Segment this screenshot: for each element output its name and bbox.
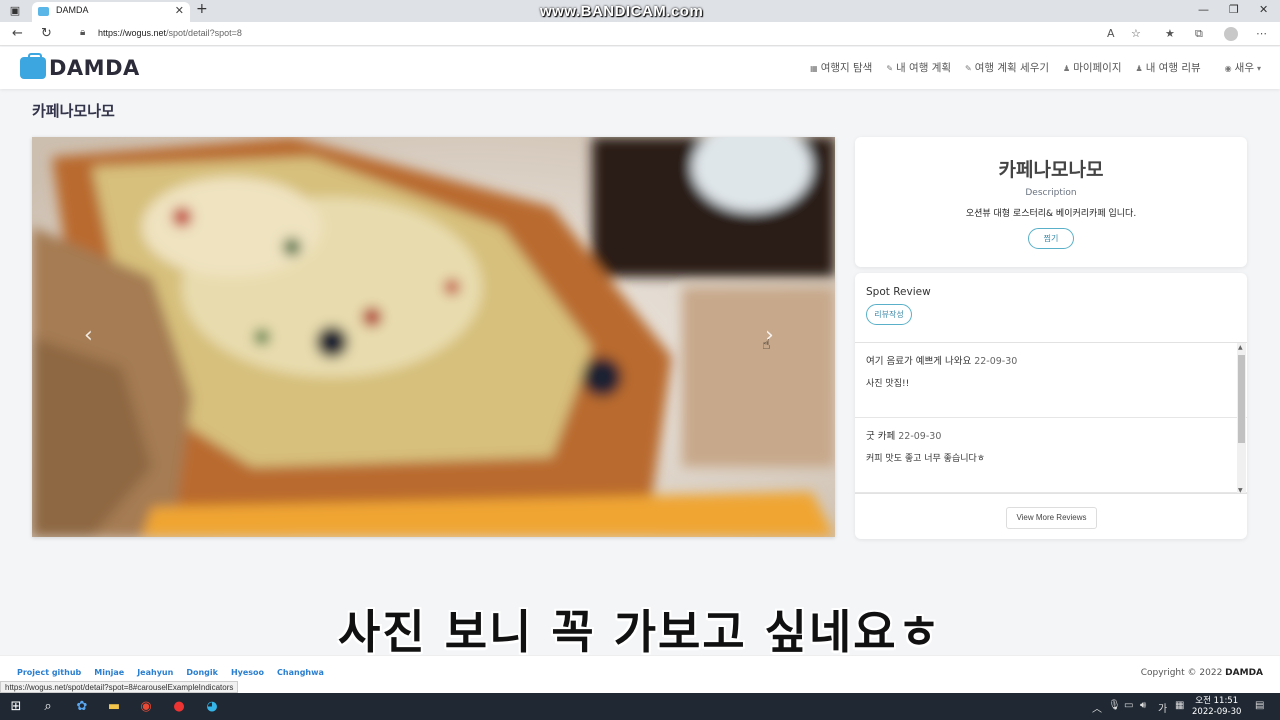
url-field[interactable]: 🔒︎ https://wogus.net/spot/detail?spot=8 [72, 24, 1152, 44]
image-carousel[interactable]: ‹ › [32, 137, 835, 537]
page-title: 카페나모나모 [32, 102, 115, 120]
scroll-thumb[interactable] [1238, 355, 1245, 443]
file-explorer-icon[interactable]: ▬ [105, 698, 123, 715]
like-button[interactable]: 찜기 [1028, 228, 1074, 249]
collections-icon[interactable]: ⧉ [1195, 27, 1203, 41]
app-icon[interactable]: ✿ [73, 698, 91, 715]
clock-date: 2022-09-30 [1192, 707, 1242, 717]
write-review-button[interactable]: 리뷰작성 [866, 304, 912, 325]
nav-my-plans[interactable]: ✎ 내 여행 계획 [886, 60, 951, 75]
more-menu-icon[interactable]: ⋯ [1256, 27, 1267, 40]
pencil-icon: ✎ [886, 64, 894, 73]
video-subtitle: 사진 보니 꼭 가보고 싶네요ㅎ [338, 605, 942, 659]
nav-user-menu[interactable]: ◉ 새우 ▾ [1225, 60, 1264, 75]
lock-icon[interactable]: 🔒︎ [80, 27, 85, 38]
caret-down-icon: ▾ [1256, 64, 1261, 73]
review-body: 커피 맛도 좋고 너무 좋습니다ㅎ [866, 454, 986, 464]
notification-icon[interactable]: ▤ [1255, 700, 1264, 711]
edge-icon[interactable]: ◕ [203, 698, 221, 715]
carousel-prev-icon[interactable]: ‹ [84, 323, 93, 348]
site-header: DAMDA ▦ 여행지 탐색 ✎ 내 여행 계획 ✎ 여행 계획 세우기 ♟ 마이페이지… [0, 47, 1280, 89]
tab-actions-icon[interactable]: ▣ [6, 3, 24, 19]
person-icon: ♟ [1135, 64, 1143, 73]
taskbar-clock[interactable]: 오전 11:51 2022-09-30 [1192, 696, 1241, 718]
maximize-icon[interactable]: ❐ [1229, 3, 1239, 16]
nav-create-plan[interactable]: ✎ 여행 계획 세우기 [965, 60, 1049, 75]
clock-time: 오전 11:51 [1195, 696, 1239, 706]
hand-cursor-icon: ☝ [762, 337, 771, 353]
footer-link-member[interactable]: Jeahyun [137, 668, 173, 677]
review-title: 여기 음료가 예쁘게 나와요 [866, 356, 972, 367]
network-icon[interactable]: ▭ [1124, 700, 1133, 711]
footer-link-github[interactable]: Project github [17, 668, 81, 677]
review-item: 굿 카페 22-09-30 커피 맛도 좋고 너무 좋습니다ㅎ [855, 418, 1247, 493]
carousel-image [32, 137, 835, 537]
footer-link-member[interactable]: Changhwa [277, 668, 324, 677]
ime-icon[interactable]: 가 [1158, 700, 1167, 715]
grid-icon: ▦ [810, 64, 818, 73]
site-logo[interactable]: DAMDA [49, 56, 140, 80]
person-icon: ♟ [1063, 64, 1071, 73]
status-bar-url: https://wogus.net/spot/detail?spot=8#car… [0, 681, 239, 693]
keyboard-icon[interactable]: ▦ [1175, 700, 1184, 711]
new-tab-button[interactable]: + [196, 1, 208, 17]
volume-icon[interactable]: 🔊︎ [1140, 700, 1146, 711]
tab-close-icon[interactable]: ✕ [175, 4, 184, 17]
review-scrollbar[interactable]: ▲ ▼ [1237, 343, 1246, 493]
footer-link-member[interactable]: Hyesoo [231, 668, 264, 677]
review-date: 22-09-30 [974, 356, 1018, 367]
review-date: 22-09-30 [898, 431, 942, 442]
pencil-icon: ✎ [965, 64, 972, 73]
review-title: 굿 카페 [866, 431, 896, 442]
footer-link-member[interactable]: Dongik [186, 668, 218, 677]
close-window-icon[interactable]: ✕ [1259, 3, 1268, 16]
browser-tab-bar: ▣ DAMDA ✕ + www.BANDICAM.com — ❐ ✕ [0, 0, 1280, 22]
record-icon[interactable]: ● [170, 698, 188, 715]
chrome-icon[interactable]: ◉ [137, 698, 155, 715]
spot-description: 오션뷰 대형 로스터리& 베이커리카페 입니다. [965, 209, 1137, 219]
read-aloud-icon[interactable]: A [1107, 27, 1115, 40]
refresh-icon[interactable]: ↻ [41, 26, 52, 41]
favorites-icon[interactable]: ★ [1165, 27, 1175, 40]
recording-watermark: www.BANDICAM.com [540, 3, 704, 20]
footer-links: Project github Minjae Jeahyun Dongik Hye… [17, 668, 324, 677]
back-icon[interactable]: ← [12, 26, 23, 41]
address-bar: ← ↻ 🔒︎ https://wogus.net/spot/detail?spo… [0, 22, 1280, 46]
microphone-icon[interactable]: 🎙︎ [1108, 700, 1121, 711]
spot-name: 카페나모나모 [998, 159, 1104, 181]
scroll-down-icon[interactable]: ▼ [1238, 487, 1243, 493]
nav-my-reviews[interactable]: ♟ 내 여행 리뷰 [1136, 60, 1201, 75]
tab-title: DAMDA [56, 5, 89, 15]
url-text: https://wogus.net/spot/detail?spot=8 [98, 28, 242, 38]
search-icon[interactable]: ⌕ [39, 698, 57, 715]
user-circle-icon: ◉ [1224, 64, 1232, 73]
footer-link-member[interactable]: Minjae [94, 668, 124, 677]
nav-mypage[interactable]: ♟ 마이페이지 [1063, 60, 1121, 75]
copyright: Copyright © 2022 DAMDA [1140, 668, 1263, 678]
review-body: 사진 맛집!! [866, 379, 910, 389]
review-list[interactable]: 여기 음료가 예쁘게 나와요 22-09-30 사진 맛집!! 굿 카페 22-09… [855, 342, 1247, 494]
spot-review-card: Spot Review 리뷰작성 여기 음료가 예쁘게 나와요 22-09-30 … [855, 273, 1247, 539]
profile-avatar-icon[interactable] [1224, 27, 1238, 41]
view-more-reviews-button[interactable]: View More Reviews [1006, 507, 1097, 529]
spot-info-card: 카페나모나모 Description 오션뷰 대형 로스터리& 베이커리카페 입… [855, 137, 1247, 267]
browser-tab[interactable]: DAMDA ✕ [32, 2, 190, 22]
tab-favicon-icon [38, 7, 49, 16]
description-label: Description [1025, 188, 1077, 198]
taskbar: ⊞ ⌕ ✿ ▬ ◉ ● ◕ ︿ 🎙︎ ▭ 🔊︎ 가 ▦ 오전 11:51 202… [0, 693, 1280, 720]
add-favorite-icon[interactable]: ☆ [1131, 27, 1141, 40]
suitcase-logo-icon[interactable] [20, 53, 46, 79]
nav-explore[interactable]: ▦ 여행지 탐색 [810, 60, 872, 75]
main-nav: ▦ 여행지 탐색 ✎ 내 여행 계획 ✎ 여행 계획 세우기 ♟ 마이페이지 ♟ 내 여행… [810, 60, 1264, 75]
tray-chevron-icon[interactable]: ︿ [1092, 700, 1102, 715]
review-item: 여기 음료가 예쁘게 나와요 22-09-30 사진 맛집!! [855, 343, 1247, 418]
windows-start-icon[interactable]: ⊞ [7, 698, 25, 715]
minimize-icon[interactable]: — [1198, 3, 1209, 16]
scroll-up-icon[interactable]: ▲ [1238, 344, 1243, 351]
review-section-title: Spot Review [866, 286, 931, 298]
